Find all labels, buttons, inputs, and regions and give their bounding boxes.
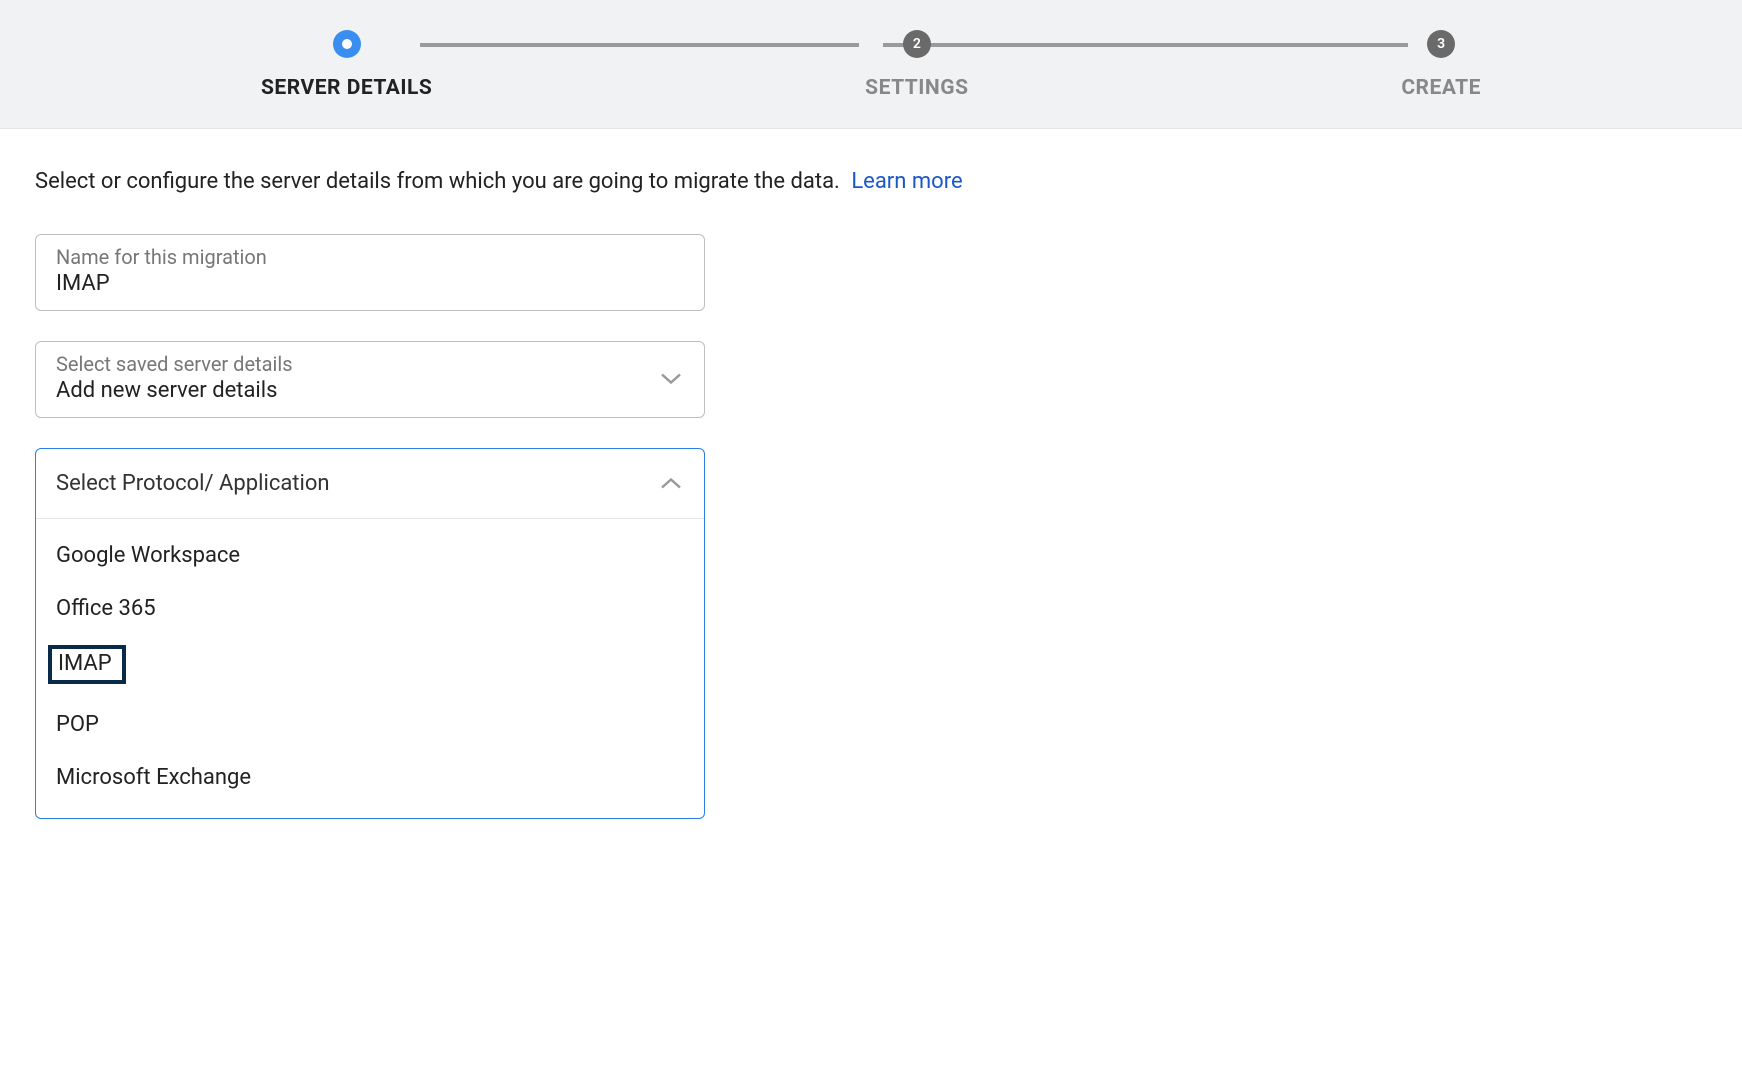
content-area: Select or configure the server details f… bbox=[0, 129, 1742, 859]
protocol-dropdown-list: Google Workspace Office 365 IMAP POP Mic… bbox=[36, 519, 704, 818]
step-circle: 2 bbox=[903, 30, 931, 58]
step-number: 3 bbox=[1437, 36, 1445, 52]
saved-server-label: Select saved server details bbox=[56, 352, 684, 376]
protocol-option-imap[interactable]: IMAP bbox=[48, 645, 126, 684]
protocol-option-office-365[interactable]: Office 365 bbox=[36, 582, 704, 635]
migration-name-label: Name for this migration bbox=[56, 245, 684, 269]
protocol-dropdown-header[interactable]: Select Protocol/ Application bbox=[36, 449, 704, 519]
saved-server-select[interactable]: Select saved server details Add new serv… bbox=[35, 341, 705, 418]
chevron-up-icon bbox=[660, 471, 682, 496]
protocol-placeholder: Select Protocol/ Application bbox=[56, 471, 330, 496]
step-active-circle bbox=[333, 30, 361, 58]
saved-server-value: Add new server details bbox=[56, 378, 684, 403]
protocol-option-pop[interactable]: POP bbox=[36, 698, 704, 751]
intro-text-row: Select or configure the server details f… bbox=[35, 169, 1707, 194]
step-number: 2 bbox=[913, 36, 921, 52]
protocol-dropdown[interactable]: Select Protocol/ Application Google Work… bbox=[35, 448, 705, 819]
intro-text: Select or configure the server details f… bbox=[35, 169, 840, 194]
step-label: SETTINGS bbox=[865, 76, 968, 100]
stepper-bar: SERVER DETAILS 2 SETTINGS 3 CREATE bbox=[0, 0, 1742, 129]
step-circle: 3 bbox=[1427, 30, 1455, 58]
migration-name-input[interactable] bbox=[56, 271, 684, 296]
protocol-option-google-workspace[interactable]: Google Workspace bbox=[36, 529, 704, 582]
migration-name-field[interactable]: Name for this migration bbox=[35, 234, 705, 311]
learn-more-link[interactable]: Learn more bbox=[851, 169, 962, 194]
step-server-details[interactable]: SERVER DETAILS bbox=[261, 30, 432, 100]
protocol-option-microsoft-exchange[interactable]: Microsoft Exchange bbox=[36, 751, 704, 804]
step-settings[interactable]: 2 SETTINGS bbox=[865, 30, 968, 100]
step-label: CREATE bbox=[1401, 76, 1481, 100]
stepper: SERVER DETAILS 2 SETTINGS 3 CREATE bbox=[261, 30, 1481, 100]
step-create[interactable]: 3 CREATE bbox=[1401, 30, 1481, 100]
step-connector-1 bbox=[420, 43, 859, 47]
step-label: SERVER DETAILS bbox=[261, 76, 432, 100]
chevron-down-icon bbox=[660, 370, 682, 389]
